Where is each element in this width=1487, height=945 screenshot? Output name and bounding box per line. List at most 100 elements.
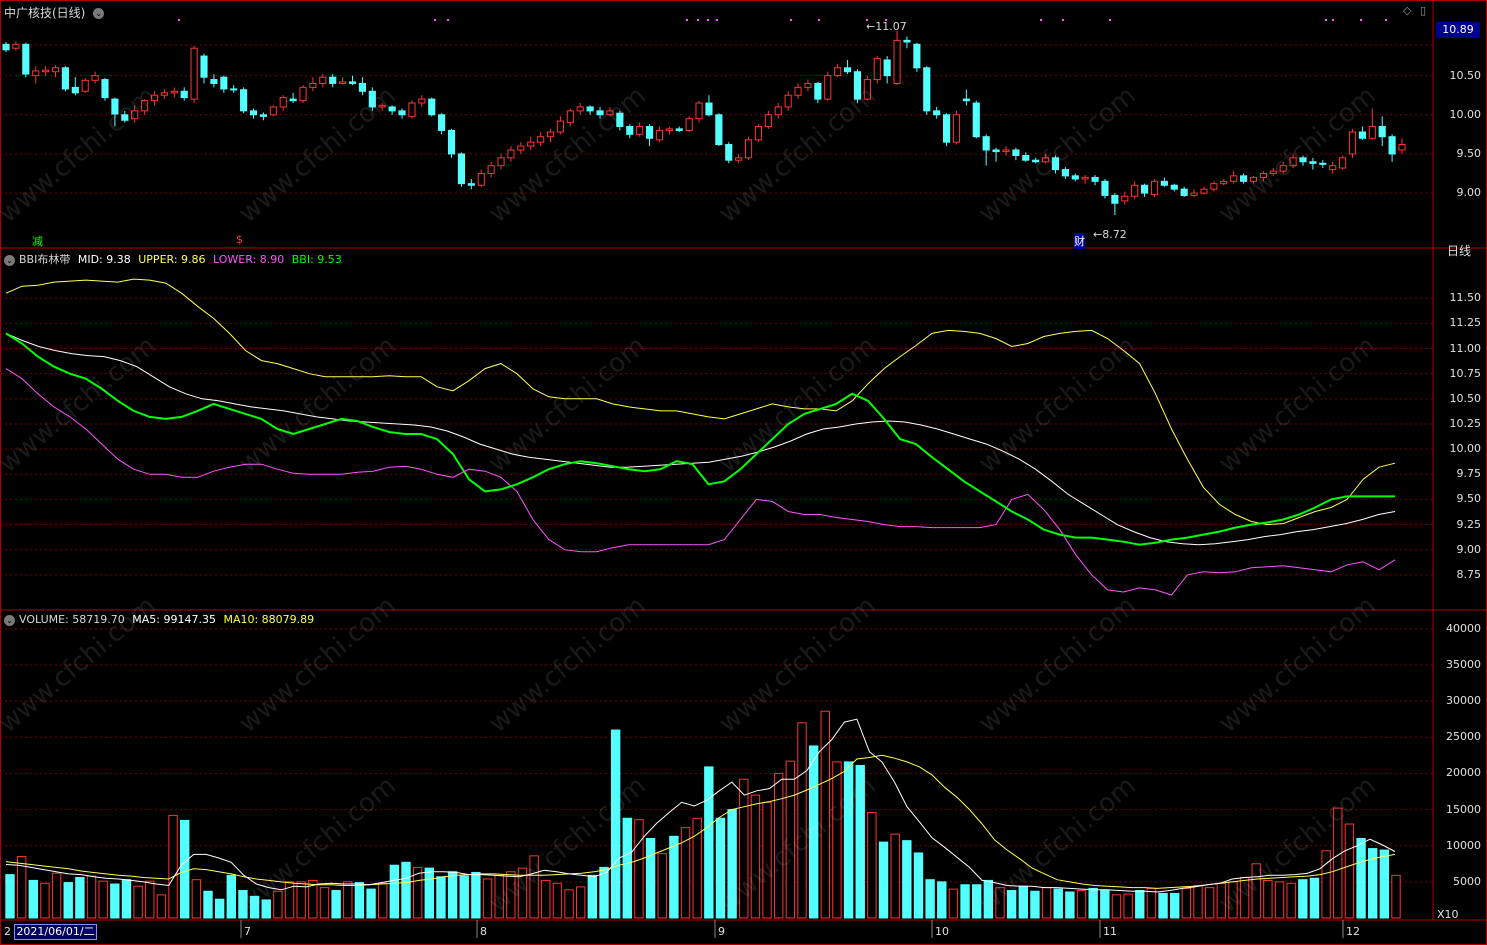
month-label: 8	[480, 925, 487, 938]
candle	[51, 65, 60, 78]
ma10-value: MA10: 88079.89	[223, 613, 315, 626]
candle	[883, 56, 891, 84]
candle-body	[645, 126, 654, 139]
signal-dot	[1040, 19, 1042, 21]
candle	[675, 126, 683, 133]
bbi-tick: 9.50	[1456, 492, 1482, 506]
candle-body	[754, 126, 763, 141]
candle	[645, 124, 654, 147]
candle	[774, 103, 782, 119]
volume-bar	[587, 874, 598, 919]
chart-title[interactable]: 中广核技(日线) ⌄	[4, 4, 105, 21]
volume-bar	[1076, 890, 1087, 919]
volume-bar	[972, 884, 982, 919]
candle-body	[952, 114, 961, 143]
candle-body	[91, 75, 99, 81]
volume-bar	[622, 817, 632, 919]
volume-bar	[180, 819, 190, 919]
candle	[537, 132, 545, 147]
volume-bar	[715, 817, 726, 919]
candle-body	[606, 110, 614, 116]
volume-bar	[110, 883, 120, 919]
candle	[1051, 155, 1060, 174]
bbi-line	[5, 332, 1395, 546]
candle-body	[329, 76, 337, 84]
candle-body	[339, 81, 347, 84]
volume-bar	[191, 879, 202, 919]
candle	[1190, 189, 1198, 197]
volume-bar	[983, 879, 994, 919]
bbi-legend[interactable]: ⌄ BBI布林带 MID: 9.38 UPPER: 9.86 LOWER: 8.9…	[4, 251, 342, 267]
panel-toggle-icon[interactable]: ▯	[1420, 4, 1426, 17]
candle-body	[933, 110, 941, 116]
candle	[1022, 152, 1030, 162]
candle	[655, 126, 664, 143]
candle-body	[160, 92, 168, 96]
candle	[408, 100, 416, 119]
mark-cai[interactable]: 财	[1074, 233, 1085, 249]
candle-body	[1200, 188, 1208, 194]
candle-body	[685, 118, 693, 131]
candle	[1160, 177, 1168, 187]
candle-body	[497, 157, 505, 167]
volume-bar	[1053, 888, 1063, 919]
candle	[1309, 157, 1317, 170]
stock-chart[interactable]	[0, 0, 1487, 945]
volume-legend[interactable]: ⌄ VOLUME: 58719.70 MA5: 99147.35 MA10: 88…	[4, 613, 314, 626]
candle	[368, 87, 376, 111]
chevron-down-icon[interactable]: ⌄	[4, 254, 15, 266]
candle-body	[1299, 157, 1307, 163]
candle	[1081, 175, 1089, 184]
candle-body	[388, 106, 396, 112]
candle	[1101, 178, 1109, 199]
date-axis-first: 2	[4, 925, 11, 938]
candle	[230, 85, 238, 93]
candle-body	[150, 94, 159, 102]
candle-body	[1061, 169, 1069, 177]
candle-body	[843, 67, 852, 73]
candle-body	[982, 136, 990, 151]
bbi-tick: 9.25	[1456, 517, 1482, 531]
candle	[388, 105, 396, 115]
candle-body	[1368, 126, 1376, 139]
candle	[220, 75, 228, 93]
candle-body	[883, 59, 891, 77]
volume-bar	[576, 886, 586, 919]
volume-bar	[727, 809, 737, 919]
volume-bar	[855, 764, 865, 919]
candle	[1200, 186, 1208, 195]
candle	[240, 87, 248, 114]
chevron-down-icon[interactable]: ⌄	[93, 8, 105, 19]
period-label[interactable]: 日线	[1447, 242, 1471, 259]
selected-date[interactable]: 2021/06/01/二	[14, 924, 97, 940]
candle-body	[1002, 149, 1010, 153]
mark-dollar[interactable]: $	[236, 233, 243, 246]
candle	[348, 75, 357, 86]
candle-body	[1279, 165, 1287, 172]
volume-multiplier: X10	[1437, 908, 1459, 921]
low-annotation: ←8.72	[1093, 228, 1127, 241]
volume-bar	[343, 881, 353, 919]
candle	[378, 103, 386, 111]
candle-body	[1131, 184, 1139, 197]
bbi-tick: 8.75	[1456, 567, 1482, 581]
volume-bar	[1216, 882, 1226, 919]
volume-tick: 10000	[1446, 838, 1481, 852]
candle	[497, 153, 505, 170]
volume-bar	[541, 879, 551, 919]
candle-body	[735, 157, 743, 161]
volume-bar	[1041, 887, 1052, 919]
candle	[1249, 175, 1258, 184]
signal-dot	[818, 19, 820, 21]
candle	[339, 77, 347, 86]
candle-body	[764, 114, 772, 128]
volume-bar	[424, 867, 434, 919]
candle	[487, 161, 495, 178]
candle	[517, 142, 525, 154]
chevron-down-icon[interactable]: ⌄	[4, 614, 15, 626]
volume-bar	[937, 881, 947, 919]
candle	[289, 92, 297, 104]
diamond-icon[interactable]: ◇	[1403, 4, 1411, 17]
candle	[81, 77, 89, 93]
mark-jian[interactable]: 减	[32, 233, 43, 249]
